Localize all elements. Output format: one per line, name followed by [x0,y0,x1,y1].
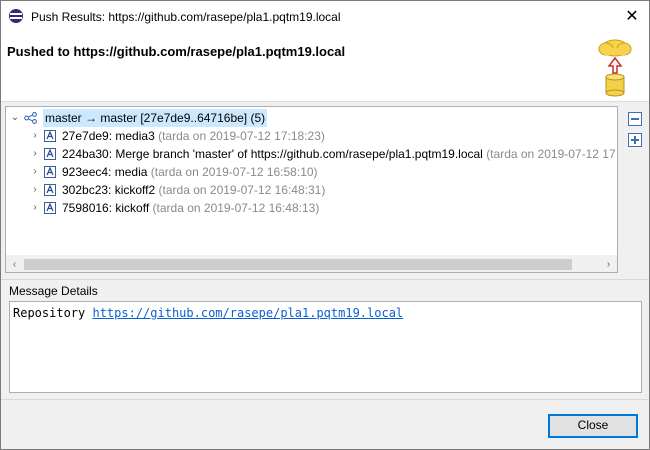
commit-icon [44,130,56,142]
root-ref-label: master → master [27e7de9..64716be] (5) [43,109,268,127]
commit-id: 224ba30 [62,147,109,161]
message-details-box[interactable]: Repository https://github.com/rasepe/pla… [9,301,642,393]
scroll-right-arrow-icon[interactable]: › [600,256,617,272]
commit-detail: (tarda on 2019-07-12 17:18:23) [158,129,325,143]
commit-message: Merge branch 'master' of https://github.… [115,147,483,161]
repository-prefix: Repository [13,306,86,320]
branch-icon [24,112,37,124]
commit-detail: (tarda on 2019-07-12 16:48:31) [158,183,326,197]
commit-message: media [114,165,148,179]
chevron-right-icon[interactable]: › [29,163,41,181]
chevron-right-icon[interactable]: › [29,127,41,145]
minus-icon [631,118,639,120]
scroll-left-arrow-icon[interactable]: ‹ [6,256,23,272]
commit-id: 27e7de9 [62,129,109,143]
commit-detail: (tarda on 2019-07-12 16:48:13) [152,201,320,215]
commit-detail: (tarda on 2019-07-12 16:58:10) [150,165,318,179]
repository-link[interactable]: https://github.com/rasepe/pla1.pqtm19.lo… [92,306,403,320]
push-results-tree[interactable]: ⌄ master → master [27e7de9..64716be] (5)… [5,106,618,273]
commit-row[interactable]: › 7598016: kickoff (tarda on 2019-07-12 … [6,199,617,217]
commit-row[interactable]: › 27e7de9: media3 (tarda on 2019-07-12 1… [6,127,617,145]
commit-id: 302bc23 [62,183,109,197]
tree-root-row[interactable]: ⌄ master → master [27e7de9..64716be] (5) [6,109,617,127]
commit-message: kickoff2 [114,183,156,197]
message-details-label: Message Details [9,284,98,298]
window-close-button[interactable]: ✕ [615,1,649,32]
title-bar: Push Results: https://github.com/rasepe/… [1,1,649,32]
commit-row[interactable]: › 923eec4: media (tarda on 2019-07-12 16… [6,163,617,181]
divider [1,279,649,280]
collapse-all-button[interactable] [628,112,642,126]
window-title: Push Results: https://github.com/rasepe/… [31,10,341,24]
chevron-right-icon[interactable]: › [29,199,41,217]
push-results-dialog: Push Results: https://github.com/rasepe/… [0,0,650,450]
expand-all-button[interactable] [628,133,642,147]
tree-rows: ⌄ master → master [27e7de9..64716be] (5)… [6,107,617,257]
footer-divider [1,399,649,400]
commit-icon [44,148,56,160]
chevron-right-icon[interactable]: › [29,181,41,199]
commit-id: 923eec4 [62,165,109,179]
horizontal-scrollbar[interactable]: ‹ › [6,255,617,272]
commit-detail: (tarda on 2019-07-12 17 [486,147,616,161]
commit-icon [44,166,56,178]
eclipse-app-icon [9,9,23,23]
expand-chevron-icon[interactable]: ⌄ [9,109,21,127]
commit-message: media3 [115,129,155,143]
chevron-right-icon[interactable]: › [29,145,41,163]
commit-row[interactable]: › 224ba30: Merge branch 'master' of http… [6,145,617,163]
push-headline: Pushed to https://github.com/rasepe/pla1… [7,44,346,59]
commit-message: kickoff [115,201,150,215]
scrollbar-thumb[interactable] [24,259,572,270]
push-to-cloud-icon [598,39,632,97]
close-button[interactable]: Close [548,414,638,438]
commit-row[interactable]: › 302bc23: kickoff2 (tarda on 2019-07-12… [6,181,617,199]
commit-icon [44,184,56,196]
dialog-header: Pushed to https://github.com/rasepe/pla1… [1,32,649,102]
commit-id: 7598016 [62,201,109,215]
commit-icon [44,202,56,214]
